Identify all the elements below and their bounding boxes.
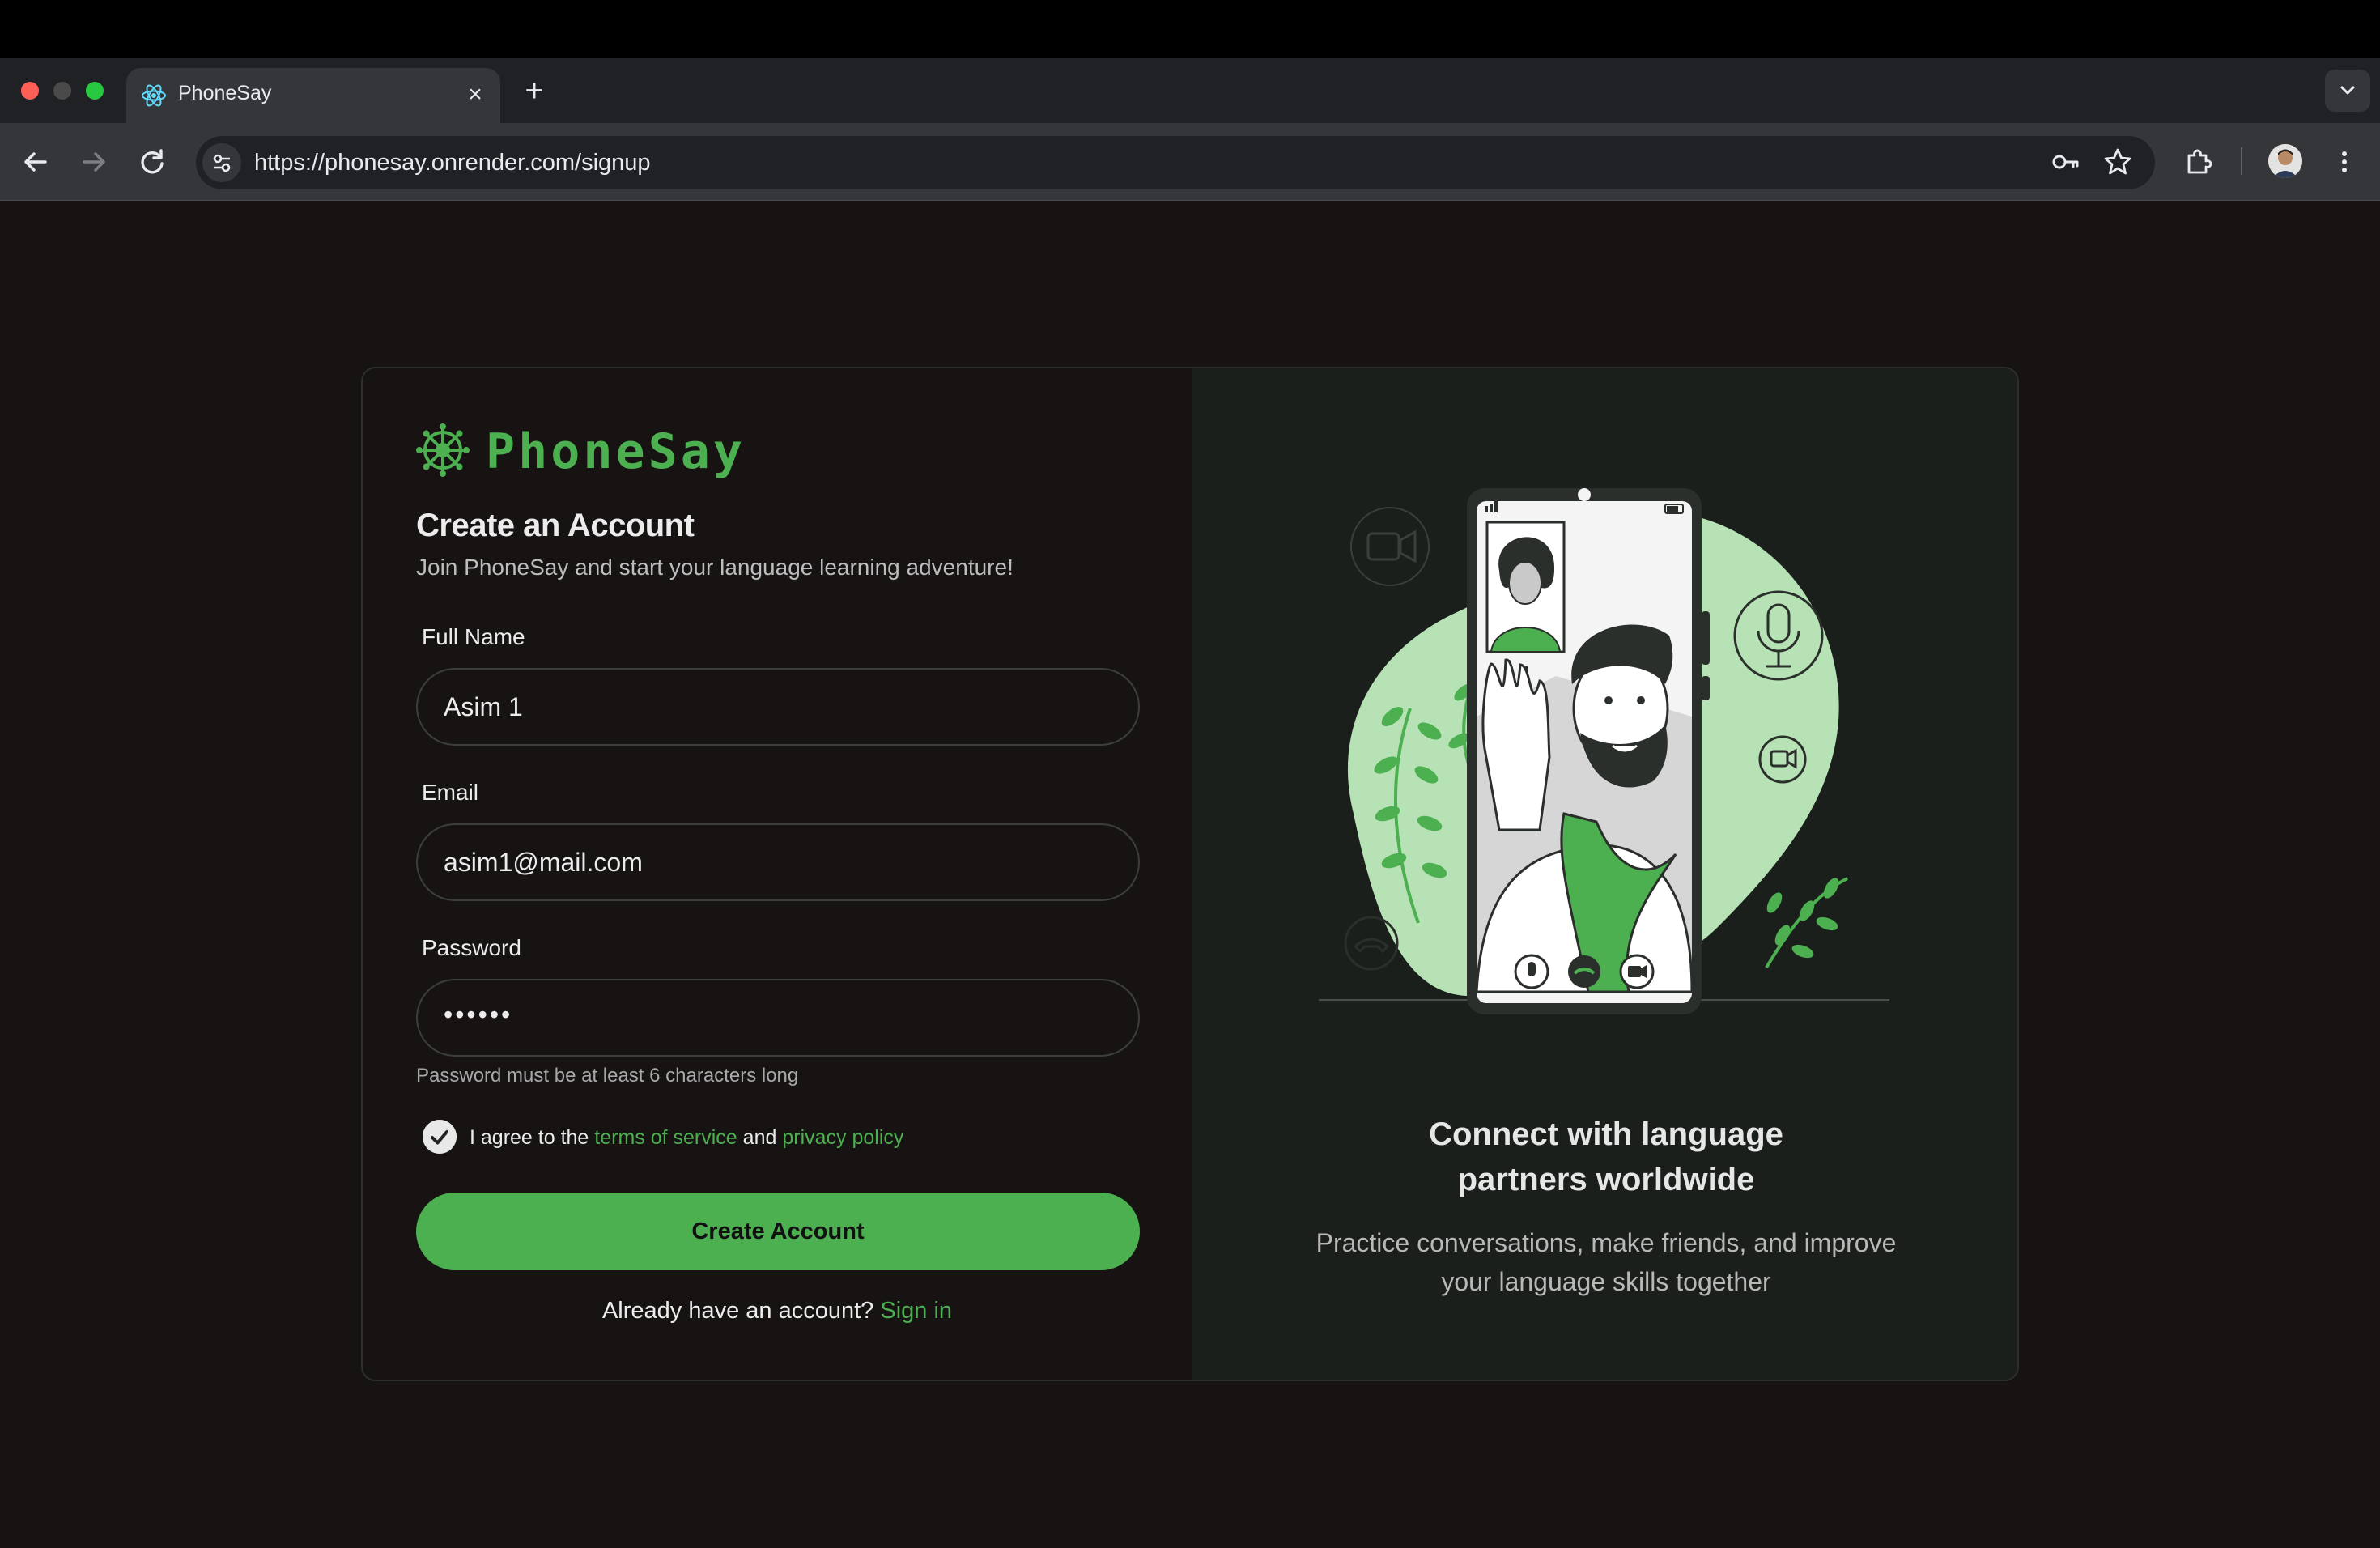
checkmark-icon	[423, 1120, 457, 1154]
back-arrow-icon[interactable]	[16, 142, 55, 181]
minimize-window-button[interactable]	[53, 82, 71, 100]
react-favicon-icon	[142, 84, 166, 107]
terms-prefix: I agree to the	[470, 1126, 589, 1149]
password-label: Password	[422, 935, 521, 960]
maximize-window-button[interactable]	[86, 82, 104, 100]
toolbar-divider	[2241, 147, 2242, 175]
tab-search-button[interactable]	[2325, 70, 2370, 112]
full-name-label: Full Name	[422, 624, 525, 649]
profile-picture-icon	[2268, 144, 2302, 178]
tab-close-icon[interactable]: ×	[461, 81, 489, 108]
privacy-policy-link[interactable]: privacy policy	[782, 1126, 903, 1149]
new-tab-icon[interactable]: +	[518, 74, 550, 107]
bookmark-star-icon[interactable]	[2102, 146, 2134, 178]
promo-title: Connect with language partners worldwide	[1429, 1116, 1783, 1197]
wheel-logo-icon	[416, 423, 470, 477]
address-bar[interactable]: https://phonesay.onrender.com/signup	[196, 136, 2155, 189]
system-top-bar	[0, 0, 2380, 58]
site-info-button[interactable]	[202, 143, 241, 182]
page-subtitle: Join PhoneSay and start your language le…	[416, 555, 1014, 580]
page-title: Create an Account	[416, 508, 695, 543]
video-call-illustration	[1319, 488, 1889, 1014]
password-key-icon[interactable]	[2050, 146, 2082, 178]
terms-text: I agree to the terms of service and priv…	[470, 1126, 903, 1150]
email-input[interactable]: asim1@mail.com	[416, 823, 1140, 901]
tab-title: PhoneSay	[178, 82, 272, 104]
signup-card: PhoneSay Create an Account Join PhoneSay…	[361, 367, 2019, 1381]
create-account-button[interactable]: Create Account	[416, 1193, 1140, 1270]
password-value: ••••••	[444, 1000, 513, 1029]
password-input[interactable]: ••••••	[416, 979, 1140, 1057]
tune-icon	[213, 154, 231, 172]
email-value: asim1@mail.com	[444, 848, 643, 877]
reload-icon[interactable]	[133, 142, 172, 181]
terms-of-service-link[interactable]: terms of service	[594, 1126, 737, 1149]
profile-avatar[interactable]	[2268, 144, 2302, 178]
full-name-value: Asim 1	[444, 692, 523, 721]
password-hint: Password must be at least 6 characters l…	[416, 1065, 799, 1087]
full-name-input[interactable]: Asim 1	[416, 668, 1140, 746]
chevron-down-icon	[2340, 86, 2355, 95]
signup-form-panel: PhoneSay Create an Account Join PhoneSay…	[363, 368, 1192, 1380]
email-label: Email	[422, 780, 479, 805]
menu-kebab-icon[interactable]	[2328, 146, 2361, 178]
brand-name: PhoneSay	[486, 423, 746, 480]
terms-checkbox[interactable]	[423, 1120, 457, 1154]
signin-prompt: Already have an account? Sign in	[363, 1298, 1192, 1325]
close-window-button[interactable]	[21, 82, 39, 100]
signin-prompt-text: Already have an account?	[601, 1298, 874, 1324]
terms-and: and	[742, 1126, 777, 1149]
sign-in-link[interactable]: Sign in	[880, 1298, 952, 1324]
browser-tab[interactable]: PhoneSay ×	[126, 68, 500, 123]
extensions-puzzle-icon[interactable]	[2182, 146, 2215, 178]
promo-panel: Connect with language partners worldwide…	[1192, 368, 2017, 1380]
promo-subtitle: Practice conversations, make friends, an…	[1315, 1228, 1897, 1296]
url-text: https://phonesay.onrender.com/signup	[254, 150, 651, 176]
forward-arrow-icon[interactable]	[74, 142, 113, 181]
